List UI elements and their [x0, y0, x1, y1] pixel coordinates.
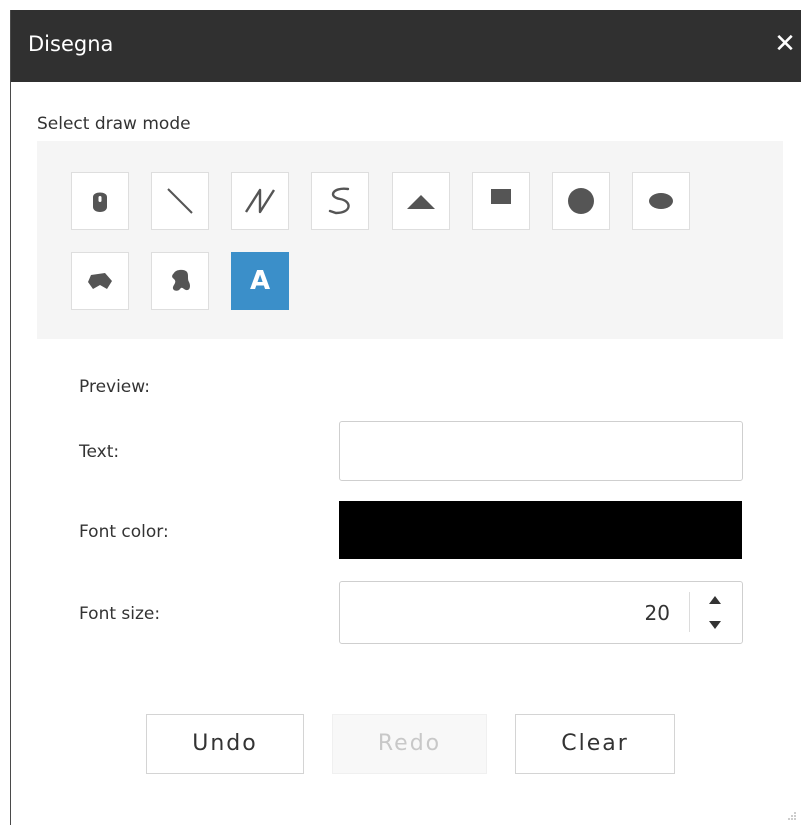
tool-freehand-polygon-button[interactable]: [151, 252, 209, 310]
font-size-label: Font size:: [79, 604, 161, 624]
text-label: Text:: [79, 442, 120, 462]
tool-polygon-button[interactable]: [71, 252, 129, 310]
dialog-title: Disegna: [28, 32, 114, 56]
line-icon: [167, 188, 193, 214]
draw-mode-label: Select draw mode: [37, 114, 191, 134]
draw-dialog: Disegna ✕ Select draw mode A Preview: Te…: [10, 10, 801, 825]
tool-rectangle-button[interactable]: [472, 172, 530, 230]
font-color-swatch[interactable]: [339, 501, 742, 559]
chevron-up-icon[interactable]: [706, 592, 724, 610]
clear-button[interactable]: Clear: [515, 714, 675, 774]
stepper-divider: [689, 592, 690, 632]
dialog-titlebar: Disegna ✕: [11, 10, 801, 82]
polygon-icon: [88, 273, 112, 289]
ellipse-icon: [649, 193, 673, 209]
rectangle-icon: [491, 189, 511, 204]
draw-mode-toolbar: A: [37, 141, 783, 339]
freehand-line-icon: [328, 187, 350, 215]
font-size-stepper[interactable]: 20: [339, 581, 743, 644]
tool-ellipse-button[interactable]: [632, 172, 690, 230]
font-size-value: 20: [644, 601, 670, 625]
map-marker-icon: [93, 192, 107, 212]
chevron-down-icon[interactable]: [706, 615, 724, 633]
tool-freehand-line-button[interactable]: [311, 172, 369, 230]
font-color-label: Font color:: [79, 522, 169, 542]
tool-polyline-button[interactable]: [231, 172, 289, 230]
polyline-icon: [244, 188, 276, 214]
undo-button[interactable]: Undo: [146, 714, 304, 774]
freehand-polygon-icon: [172, 269, 190, 291]
tool-text-button[interactable]: A: [231, 252, 289, 310]
circle-icon: [568, 188, 594, 214]
redo-button[interactable]: Redo: [332, 714, 487, 774]
text-input[interactable]: [339, 421, 743, 481]
preview-label: Preview:: [79, 377, 150, 397]
triangle-icon: [407, 195, 435, 209]
tool-marker-button[interactable]: [71, 172, 129, 230]
text-icon: A: [249, 266, 271, 296]
resize-grip-icon[interactable]: [787, 811, 797, 821]
tool-triangle-button[interactable]: [392, 172, 450, 230]
tool-circle-button[interactable]: [552, 172, 610, 230]
close-icon[interactable]: ✕: [771, 30, 799, 58]
tool-line-button[interactable]: [151, 172, 209, 230]
